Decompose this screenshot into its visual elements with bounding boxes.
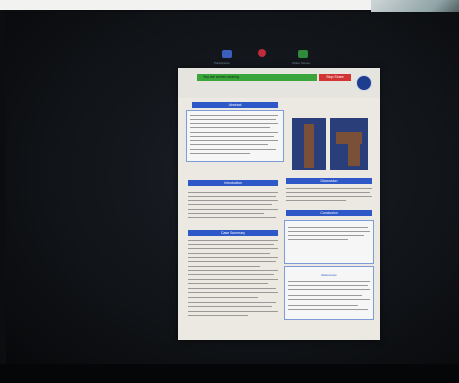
- figure-image-1: [292, 118, 326, 170]
- participants-icon[interactable]: [222, 50, 232, 58]
- share-screen-label[interactable]: Share Screen: [292, 61, 310, 65]
- poster-header: [178, 68, 380, 98]
- share-notice: You are screen sharing: [203, 75, 239, 79]
- conclusion-heading: Conclusion: [286, 210, 372, 216]
- figure-image-2: [330, 118, 368, 170]
- discussion-heading: Discussion: [286, 178, 372, 184]
- references-heading: References: [321, 273, 337, 277]
- case-summary-heading: Case Summary: [188, 230, 278, 236]
- introduction-heading: Introduction: [188, 180, 278, 186]
- shared-poster: Abstract Introduction Case Summary Discu…: [178, 68, 380, 340]
- screen-share-banner: You are screen sharing: [197, 74, 317, 81]
- references-box: References: [284, 266, 374, 320]
- abstract-heading: Abstract: [192, 102, 278, 108]
- record-icon[interactable]: [258, 49, 266, 57]
- stop-share-button[interactable]: Stop Share: [319, 74, 351, 81]
- abstract-box: [186, 110, 284, 162]
- monitor-bottom-bezel: [0, 364, 459, 383]
- participants-label[interactable]: Participants: [214, 61, 230, 65]
- share-screen-icon[interactable]: [298, 50, 308, 58]
- conclusion-box: [284, 220, 374, 264]
- institution-logo: [356, 75, 372, 91]
